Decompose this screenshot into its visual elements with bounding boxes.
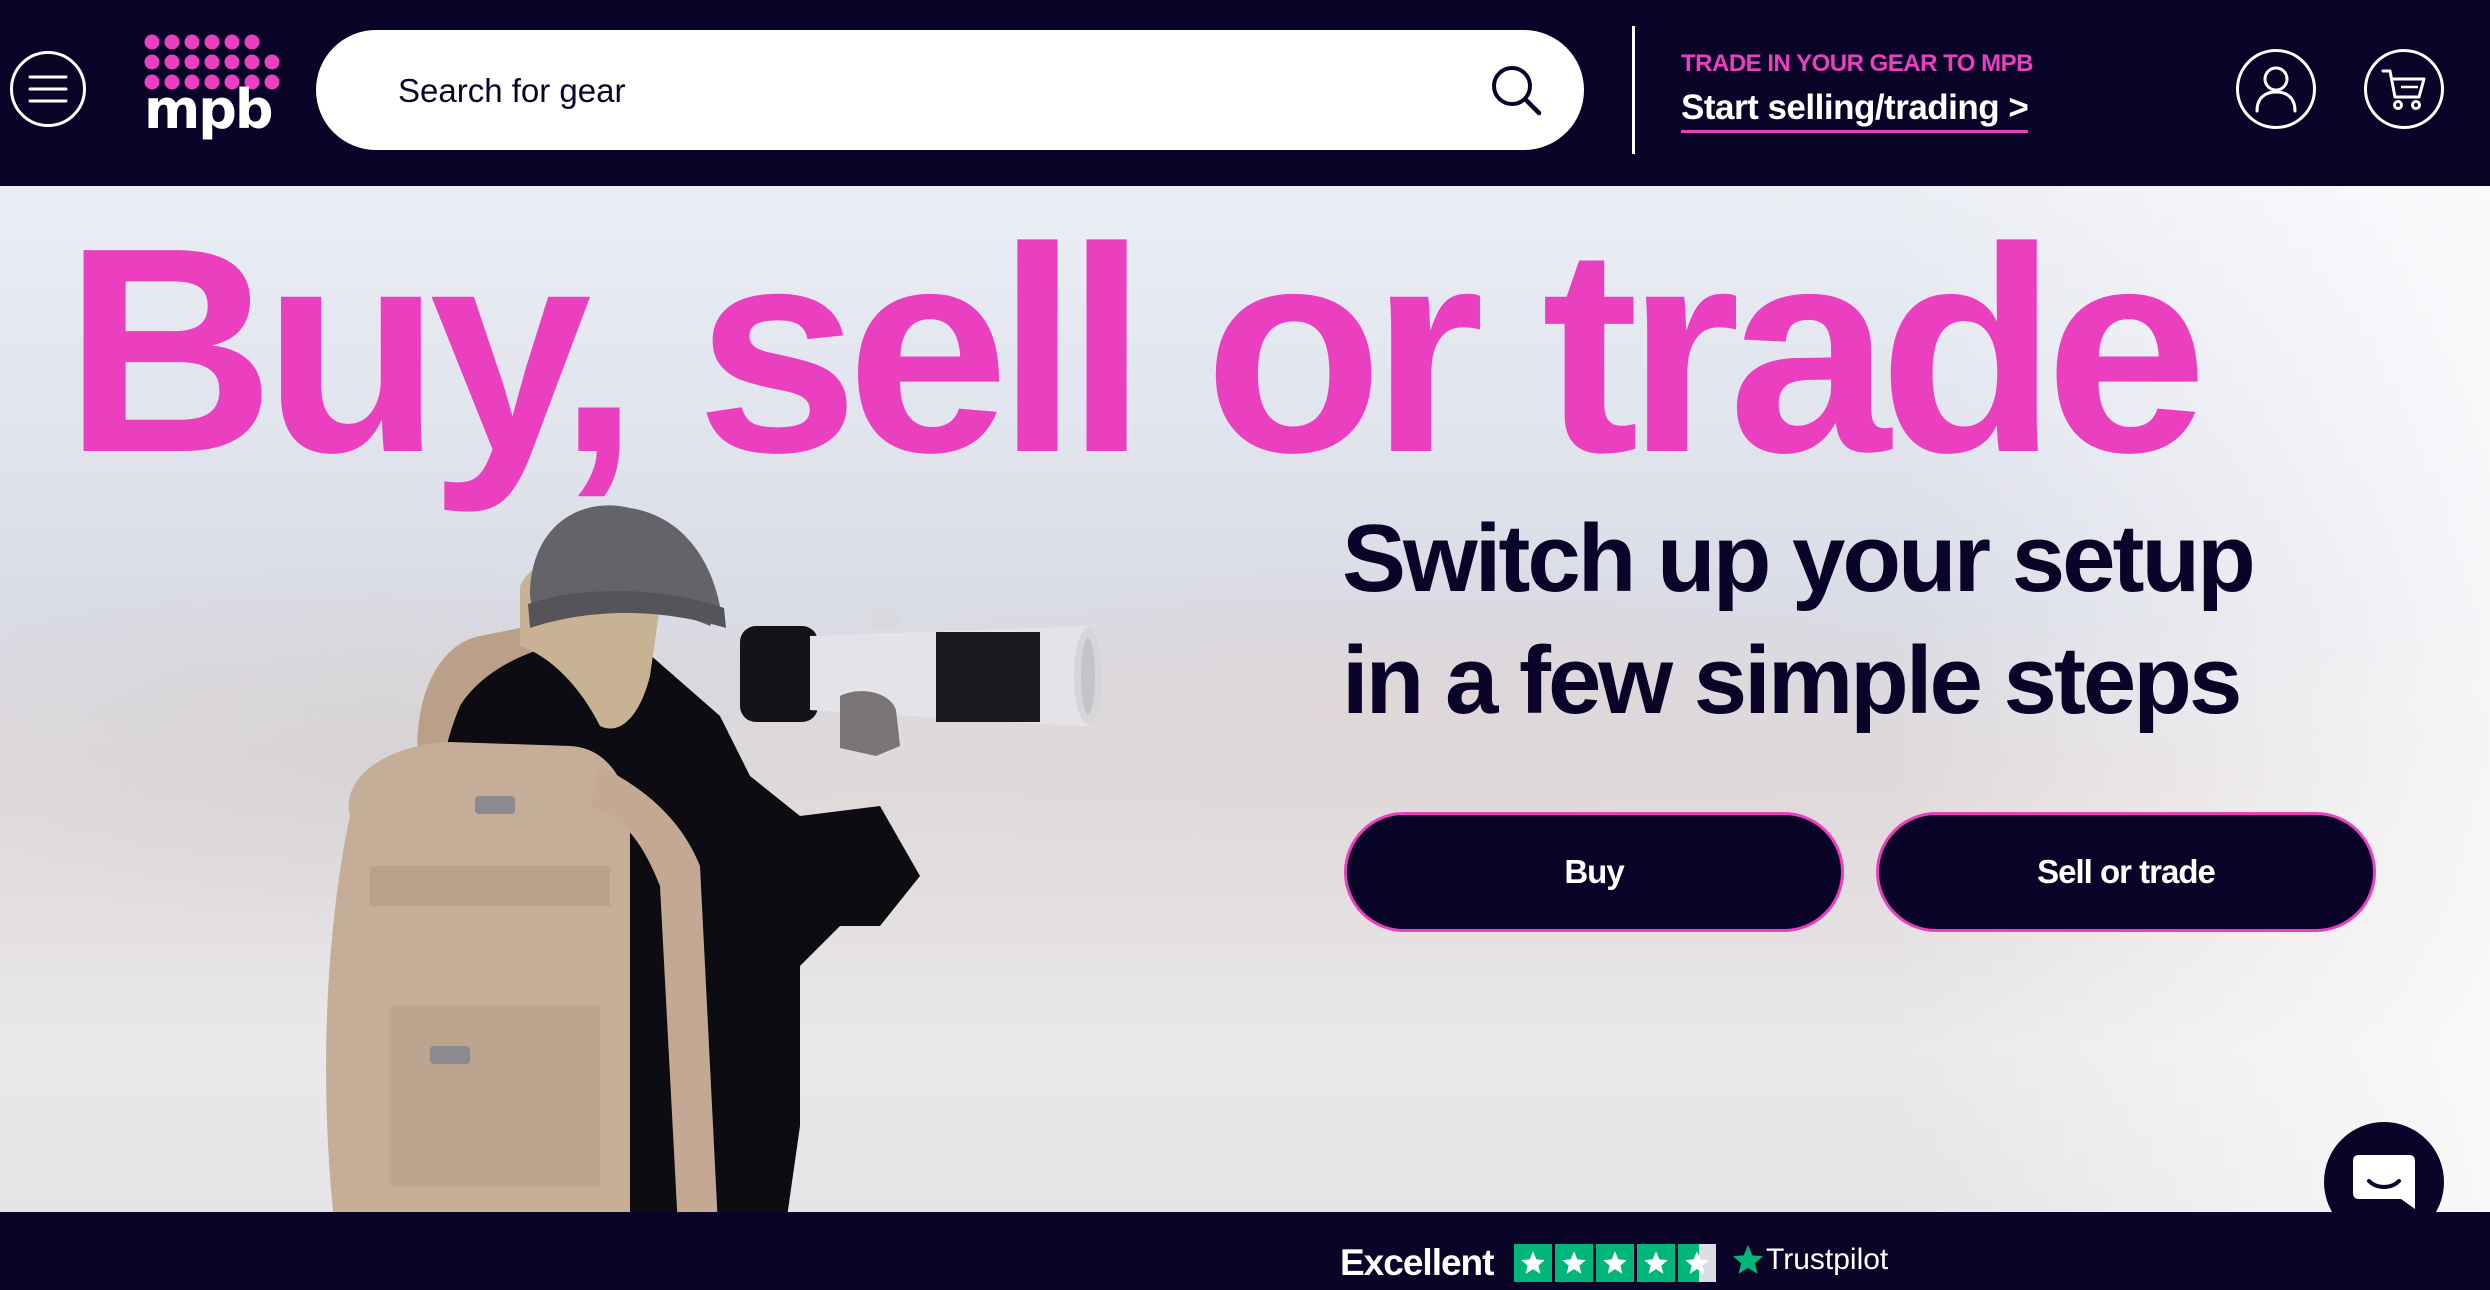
hero-subheading-line-2: in a few simple steps [1342, 627, 2242, 734]
buy-button[interactable]: Buy [1344, 812, 1844, 932]
half-star-icon [1678, 1244, 1716, 1282]
chat-icon [2353, 1155, 2415, 1209]
hero-subheading: Switch up your setup in a few simple ste… [1342, 498, 2442, 742]
trustpilot-bar[interactable]: Excellent Trustpilot [0, 1212, 2490, 1290]
hero-subheading-line-1: Switch up your setup [1342, 505, 2256, 612]
user-account-icon [2255, 66, 2297, 113]
cart-button[interactable] [2364, 49, 2444, 129]
star-icon [1596, 1244, 1634, 1282]
trade-in-kicker: TRADE IN YOUR GEAR TO MPB [1681, 50, 2033, 77]
site-header: mpb TRADE IN YOUR GEAR TO MPB Start sell… [0, 0, 2490, 186]
star-icon [1555, 1244, 1593, 1282]
star-icon [1637, 1244, 1675, 1282]
sell-or-trade-button[interactable]: Sell or trade [1876, 812, 2376, 932]
trustpilot-brand-label: Trustpilot [1766, 1243, 1889, 1276]
hero-headline: Buy, sell or trade [64, 187, 2208, 513]
shopping-cart-icon [2381, 69, 2426, 110]
star-icon [1514, 1244, 1552, 1282]
search-icon[interactable] [1486, 60, 1546, 120]
logo-wordmark: mpb [144, 78, 274, 141]
trustpilot-star-icon [1733, 1245, 1763, 1274]
search-bar [316, 30, 1584, 152]
mpb-logo[interactable]: mpb [144, 34, 280, 144]
account-button[interactable] [2236, 49, 2316, 129]
header-divider [1632, 26, 1635, 154]
trustpilot-rating-label: Excellent [1340, 1242, 1494, 1283]
trustpilot-stars [1514, 1244, 1719, 1284]
search-input[interactable] [396, 30, 1440, 152]
hero-photo-photographer [326, 505, 1102, 1212]
menu-button[interactable] [10, 51, 86, 127]
hero-banner: Buy, sell or trade Switch up your setup … [0, 186, 2490, 1212]
start-selling-link[interactable]: Start selling/trading > [1681, 88, 2029, 133]
trustpilot-logo: Trustpilot [1730, 1242, 1888, 1278]
hamburger-menu-icon [28, 75, 68, 103]
chat-button[interactable] [2324, 1122, 2444, 1242]
